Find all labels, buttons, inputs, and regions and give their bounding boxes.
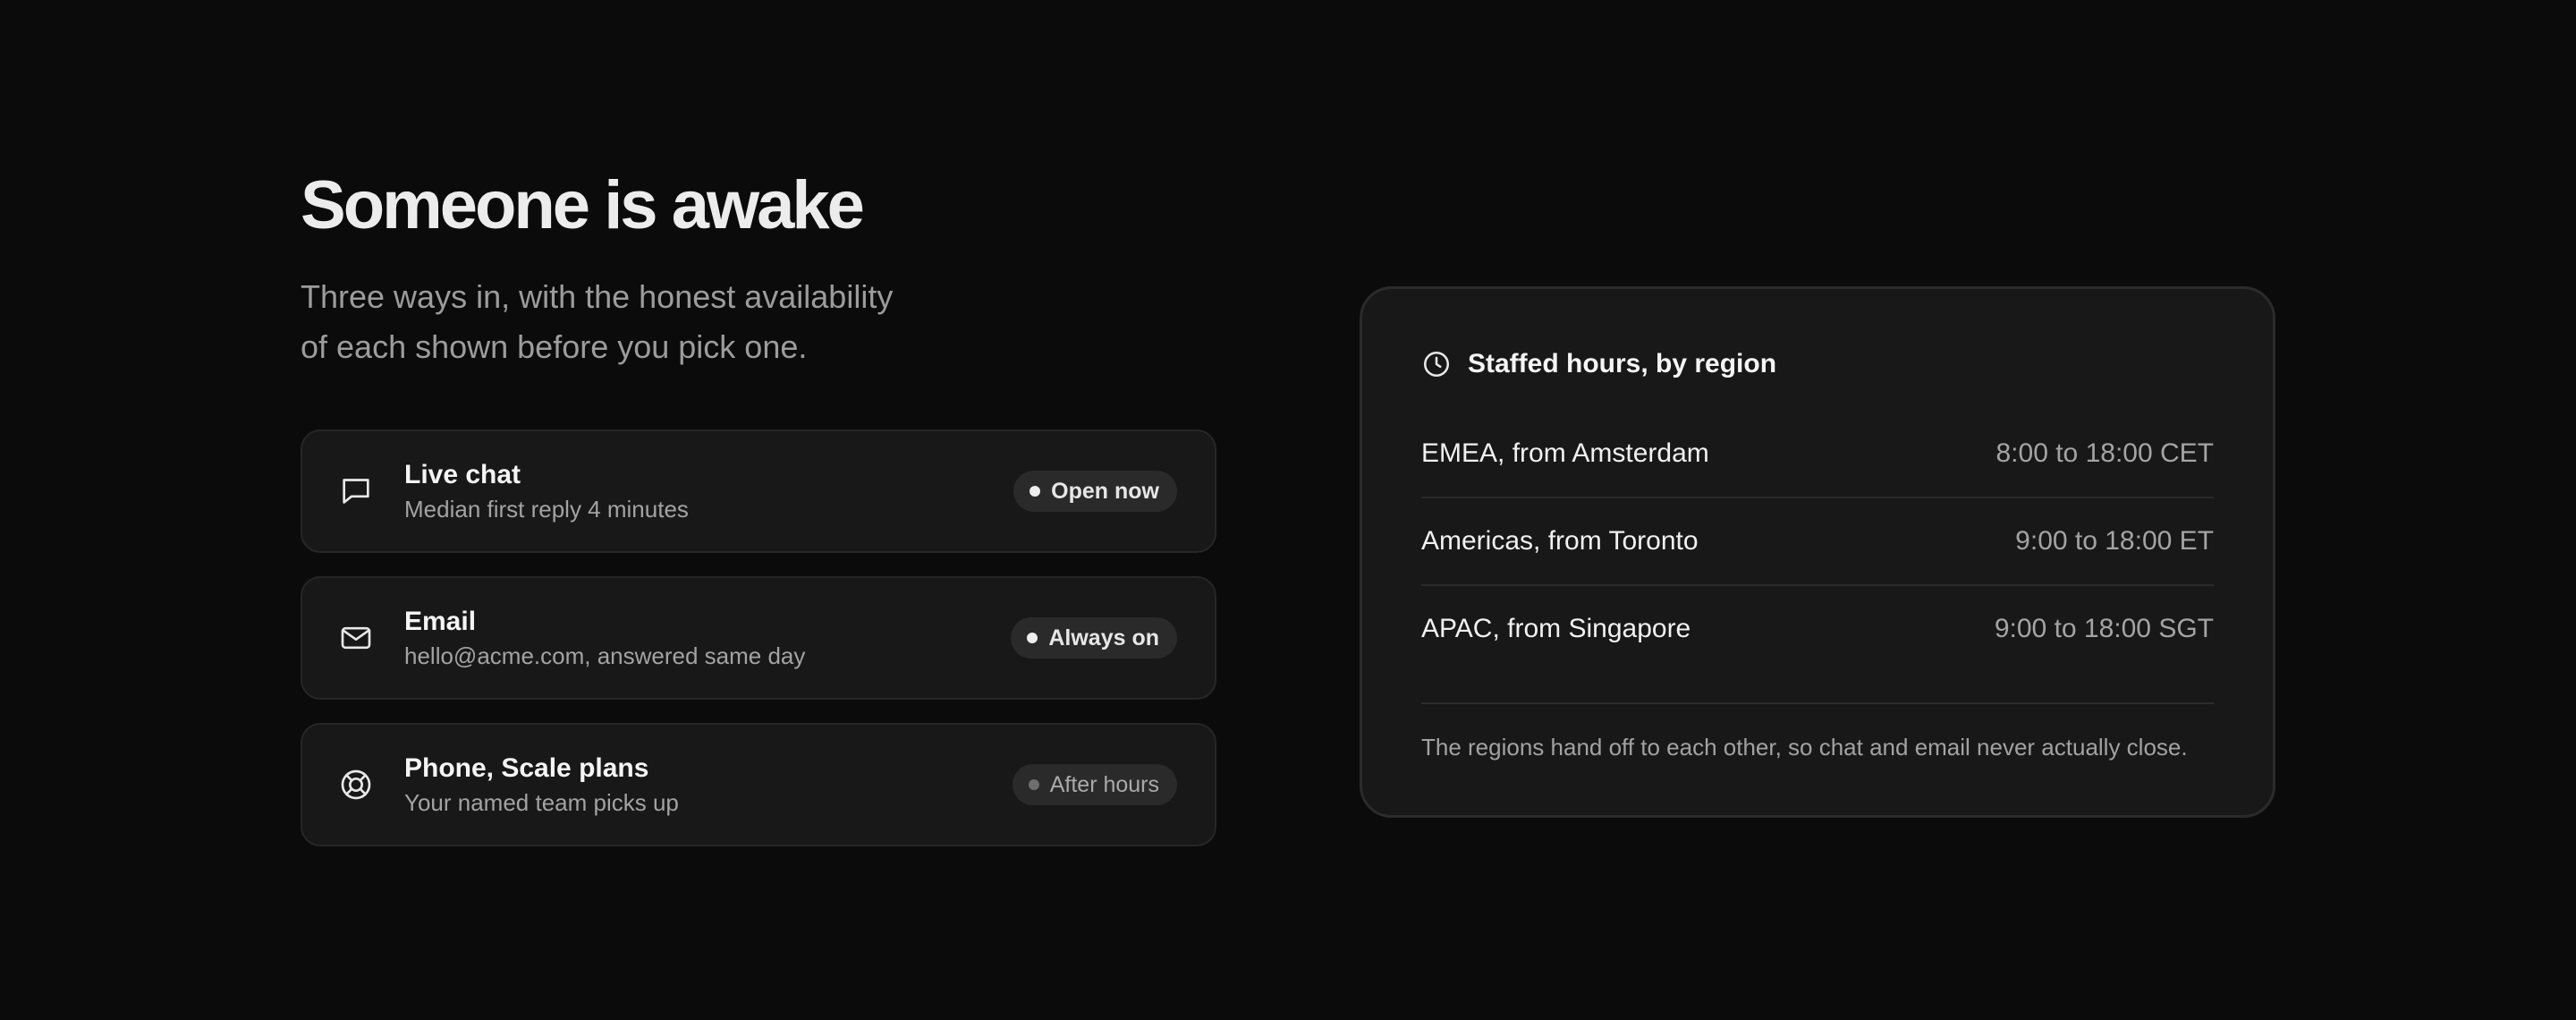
status-badge: Open now xyxy=(1013,471,1177,512)
hours-title: Staffed hours, by region xyxy=(1468,349,1777,378)
region-name: EMEA, from Amsterdam xyxy=(1421,438,1709,468)
channel-card-live-chat[interactable]: Live chat Median first reply 4 minutes O… xyxy=(301,429,1216,553)
status-badge: Always on xyxy=(1011,617,1177,659)
page-subtitle: Three ways in, with the honest availabil… xyxy=(301,272,980,372)
lifebuoy-icon xyxy=(338,767,374,803)
channel-text: Phone, Scale plans Your named team picks… xyxy=(404,752,1013,818)
hours-header: Staffed hours, by region xyxy=(1421,346,2214,382)
region-hours: 8:00 to 18:00 CET xyxy=(1996,438,2215,468)
subtitle-line-1: Three ways in, with the honest availabil… xyxy=(301,278,894,315)
status-label: After hours xyxy=(1049,771,1159,797)
region-hours: 9:00 to 18:00 ET xyxy=(2015,526,2214,556)
channel-name: Phone, Scale plans xyxy=(404,753,649,783)
channel-description: Your named team picks up xyxy=(404,789,679,816)
region-name: APAC, from Singapore xyxy=(1421,614,1691,643)
page-title: Someone is awake xyxy=(301,167,865,243)
region-hours: 9:00 to 18:00 SGT xyxy=(1994,614,2214,643)
status-dot xyxy=(1028,779,1039,790)
channel-text: Email hello@acme.com, answered same day xyxy=(404,605,1011,671)
channel-list: Live chat Median first reply 4 minutes O… xyxy=(301,429,1216,846)
channel-description: hello@acme.com, answered same day xyxy=(404,642,806,669)
status-dot xyxy=(1027,633,1038,643)
status-badge: After hours xyxy=(1012,764,1177,805)
channel-card-email[interactable]: Email hello@acme.com, answered same day … xyxy=(301,576,1216,700)
channel-name: Live chat xyxy=(404,460,521,489)
envelope-icon xyxy=(338,620,374,656)
region-row: Americas, from Toronto 9:00 to 18:00 ET xyxy=(1421,498,2214,586)
subtitle-line-2: of each shown before you pick one. xyxy=(301,328,808,365)
channel-name: Email xyxy=(404,607,477,636)
status-dot xyxy=(1030,486,1041,497)
staffed-hours-card: Staffed hours, by region EMEA, from Amst… xyxy=(1360,286,2275,818)
status-label: Always on xyxy=(1048,625,1159,650)
support-page: Someone is awake Three ways in, with the… xyxy=(0,0,2576,1020)
region-row: APAC, from Singapore 9:00 to 18:00 SGT xyxy=(1421,586,2214,672)
region-list: EMEA, from Amsterdam 8:00 to 18:00 CET A… xyxy=(1421,411,2214,672)
channel-text: Live chat Median first reply 4 minutes xyxy=(404,458,1013,524)
status-label: Open now xyxy=(1051,478,1159,504)
channel-card-phone[interactable]: Phone, Scale plans Your named team picks… xyxy=(301,723,1216,846)
contact-section: Someone is awake Three ways in, with the… xyxy=(301,161,1216,846)
chat-bubble-icon xyxy=(338,473,374,509)
region-name: Americas, from Toronto xyxy=(1421,526,1699,556)
channel-description: Median first reply 4 minutes xyxy=(404,496,689,523)
region-row: EMEA, from Amsterdam 8:00 to 18:00 CET xyxy=(1421,411,2214,498)
divider xyxy=(1421,702,2214,704)
hours-note: The regions hand off to each other, so c… xyxy=(1421,734,2188,761)
clock-icon xyxy=(1421,349,1452,379)
